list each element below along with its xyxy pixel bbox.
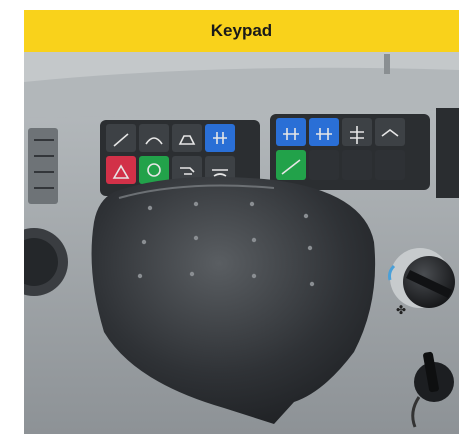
mount-bracket [384,54,390,74]
key-switch[interactable] [375,118,405,146]
key-blank-2[interactable] [342,150,372,180]
key-hazard[interactable] [106,156,136,184]
photo-frame: Keypad ✤ [24,10,459,434]
key-work-light[interactable] [172,124,202,152]
vent-grille [28,128,58,204]
key-beacon[interactable] [139,156,169,184]
page-title: Keypad [24,10,459,52]
fan-symbol-icon: ✤ [396,303,406,317]
key-climb[interactable] [276,150,306,180]
key-mode-b[interactable] [309,118,339,146]
key-wiper-rear[interactable] [106,124,136,152]
key-mode-a[interactable] [276,118,306,146]
key-blank-3[interactable] [375,150,405,180]
key-blank-1[interactable] [309,150,339,180]
side-bezel [436,108,459,198]
keypad-right [270,114,430,190]
keypad-scene: ✤ [24,52,459,434]
keypad-photo: ✤ [24,52,459,434]
